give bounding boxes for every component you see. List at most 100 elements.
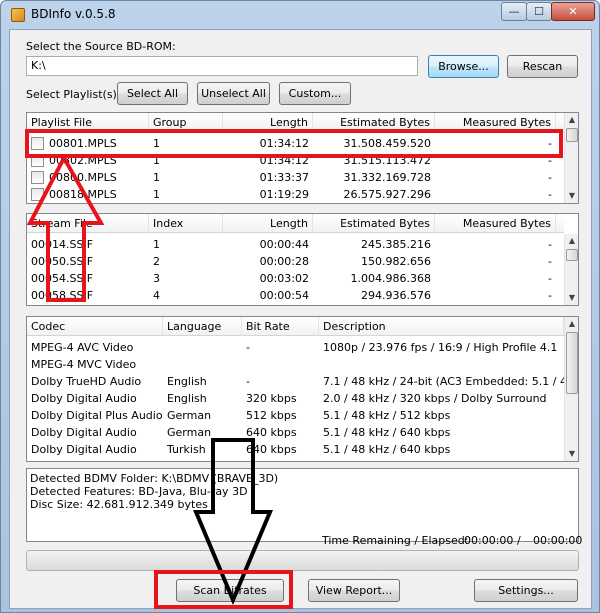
codec-row[interactable]: Dolby Digital Audio Turkish 640 kbps 5.1 / … — [27, 441, 564, 458]
disc-info-box[interactable]: Detected BDMV Folder: K:\BDMV (BRAVE_3D)… — [26, 468, 579, 542]
cell-index: 2 — [153, 255, 160, 268]
col-bit-rate[interactable]: Bit Rate — [242, 317, 319, 336]
browse-button[interactable]: Browse... — [428, 55, 499, 78]
cell-measured-bytes: - — [548, 154, 552, 167]
codec-row[interactable]: Dolby TrueHD Audio English - 7.1 / 48 kHz /… — [27, 373, 564, 390]
select-playlists-label: Select Playlist(s): — [26, 88, 121, 101]
stream-list[interactable]: Stream File Index Length Estimated Bytes… — [26, 213, 579, 306]
codec-row[interactable]: Dolby Digital Plus Audio German 512 kbps 5.… — [27, 407, 564, 424]
cell-codec: Dolby Digital Audio — [31, 392, 137, 405]
scan-bitrates-button[interactable]: Scan Bitrates — [176, 579, 284, 602]
cell-language: English — [167, 375, 207, 388]
cell-stream-length: 00:00:54 — [259, 289, 309, 302]
source-path-input[interactable]: K:\ — [26, 56, 418, 76]
cell-bit-rate: 640 kbps — [246, 426, 297, 439]
cell-language — [163, 339, 242, 356]
col-stream-measured[interactable]: Measured Bytes — [435, 214, 556, 233]
close-button[interactable]: ✕ — [551, 2, 595, 21]
cell-group: 1 — [153, 154, 160, 167]
window-title: BDInfo v.0.5.8 — [31, 7, 116, 21]
cell-description: 5.1 / 48 kHz / 640 kbps — [323, 443, 451, 456]
codec-row[interactable]: Dolby Digital Audio English 320 kbps 2.0 / … — [27, 390, 564, 407]
codec-row[interactable]: MPEG-4 AVC Video - 1080p / 23.976 fps / 16… — [27, 339, 564, 356]
codec-list[interactable]: Codec Language Bit Rate Description MPEG… — [26, 316, 579, 462]
stream-row[interactable]: 00058.SSIF 4 00:00:54 294.936.576 - — [27, 287, 564, 304]
codec-scroll-thumb[interactable] — [566, 332, 578, 394]
cell-estimated-bytes: 31.508.459.520 — [343, 137, 431, 150]
cell-codec: Dolby Digital Audio — [31, 443, 137, 456]
cell-stream-estimated: 245.385.216 — [361, 238, 431, 251]
unselect-all-button[interactable]: Unselect All — [197, 82, 270, 105]
cell-bit-rate: - — [246, 341, 250, 354]
playlist-row[interactable]: 00802.MPLS 1 01:34:12 31.515.113.472 - — [27, 152, 564, 169]
playlist-scrollbar[interactable]: ▲ ▼ — [564, 113, 578, 203]
cell-stream-file: 00054.SSIF — [31, 272, 94, 285]
cell-stream-length: 00:03:02 — [259, 272, 309, 285]
cell-language: Turkish — [167, 443, 206, 456]
codec-row[interactable]: Dolby Digital Audio German 640 kbps 5.1 / 4… — [27, 424, 564, 441]
cell-stream-length: 00:00:44 — [259, 238, 309, 251]
view-report-button[interactable]: View Report... — [308, 579, 400, 602]
cell-stream-length: 00:00:28 — [259, 255, 309, 268]
stream-header: Stream File Index Length Estimated Bytes… — [27, 214, 564, 233]
custom-button[interactable]: Custom... — [279, 82, 351, 105]
stream-scrollbar[interactable]: ▲ ▼ — [564, 234, 578, 305]
col-group[interactable]: Group — [149, 113, 223, 132]
cell-bit-rate: - — [246, 375, 250, 388]
cell-stream-file: 00050.SSIF — [31, 255, 94, 268]
stream-row[interactable]: 00050.SSIF 2 00:00:28 150.982.656 - — [27, 253, 564, 270]
col-language[interactable]: Language — [163, 317, 242, 336]
stream-row[interactable]: 00014.SSIF 1 00:00:44 245.385.216 - — [27, 236, 564, 253]
cell-measured-bytes: - — [548, 171, 552, 184]
col-playlist-file[interactable]: Playlist File — [27, 113, 149, 132]
rescan-button[interactable]: Rescan — [507, 55, 578, 78]
col-estimated-bytes[interactable]: Estimated Bytes — [313, 113, 435, 132]
stream-scroll-thumb[interactable] — [566, 249, 578, 261]
row-checkbox[interactable] — [31, 171, 44, 184]
cell-estimated-bytes: 26.575.927.296 — [343, 188, 431, 201]
row-checkbox[interactable] — [31, 188, 44, 201]
row-checkbox[interactable] — [31, 154, 44, 167]
cell-stream-estimated: 1.004.986.368 — [350, 272, 431, 285]
playlist-list[interactable]: Playlist File Group Length Estimated Byt… — [26, 112, 579, 204]
stream-row[interactable]: 00054.SSIF 3 00:03:02 1.004.986.368 - — [27, 270, 564, 287]
row-checkbox[interactable] — [31, 137, 44, 150]
scan-progress-bar — [26, 550, 579, 571]
cell-codec: MPEG-4 AVC Video — [31, 341, 134, 354]
timer-label: Time Remaining / Elapsed: — [322, 534, 469, 547]
col-description[interactable]: Description — [319, 317, 564, 336]
col-stream-file[interactable]: Stream File — [27, 214, 149, 233]
cell-description: 5.1 / 48 kHz / 512 kbps — [323, 409, 451, 422]
cell-stream-file: 00014.SSIF — [31, 238, 94, 251]
playlist-scroll-thumb[interactable] — [566, 128, 578, 142]
time-elapsed: 00:00:00 — [533, 534, 583, 547]
cell-length: 01:34:12 — [259, 137, 309, 150]
cell-codec: Dolby Digital Audio — [31, 426, 137, 439]
col-stream-length[interactable]: Length — [223, 214, 313, 233]
cell-description: 1080p / 23.976 fps / 16:9 / High Profile… — [323, 341, 558, 354]
cell-description: 7.1 / 48 kHz / 24-bit (AC3 Embedded: 5.1… — [323, 375, 564, 388]
col-codec[interactable]: Codec — [27, 317, 163, 336]
playlist-row[interactable]: 00801.MPLS 1 01:34:12 31.508.459.520 - — [27, 135, 564, 152]
cell-language: German — [167, 409, 212, 422]
client-area: Select the Source BD-ROM: K:\ Browse... … — [9, 29, 592, 609]
playlist-row[interactable]: 00800.MPLS 1 01:33:37 31.332.169.728 - — [27, 169, 564, 186]
minimize-button[interactable]: — — [501, 2, 527, 21]
col-length[interactable]: Length — [223, 113, 313, 132]
time-remaining: 00:00:00 — [464, 534, 514, 547]
cell-description — [319, 356, 564, 373]
cell-group: 1 — [153, 188, 160, 201]
col-measured-bytes[interactable]: Measured Bytes — [435, 113, 556, 132]
cell-group: 1 — [153, 137, 160, 150]
select-all-button[interactable]: Select All — [117, 82, 188, 105]
title-bar[interactable]: BDInfo v.0.5.8 — ☐ ✕ — [1, 1, 599, 29]
playlist-row[interactable]: 00818.MPLS 1 01:19:29 26.575.927.296 - — [27, 186, 564, 203]
col-stream-estimated[interactable]: Estimated Bytes — [313, 214, 435, 233]
cell-playlist-file: 00801.MPLS — [49, 137, 117, 150]
maximize-button[interactable]: ☐ — [526, 2, 552, 21]
codec-row[interactable]: MPEG-4 MVC Video — [27, 356, 564, 373]
settings-button[interactable]: Settings... — [474, 579, 578, 602]
cell-playlist-file: 00818.MPLS — [49, 188, 117, 201]
col-index[interactable]: Index — [149, 214, 223, 233]
codec-scrollbar[interactable]: ▲ ▼ — [564, 317, 578, 461]
